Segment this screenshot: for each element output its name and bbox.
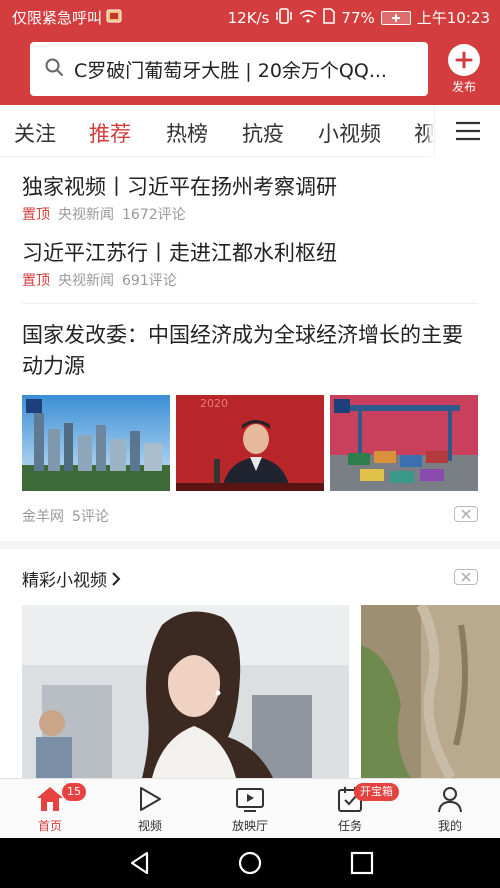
nav-video[interactable]: 视频: [100, 779, 200, 839]
nav-tasks[interactable]: 任务 开宝箱: [300, 779, 400, 839]
dismiss-news-button[interactable]: [454, 506, 478, 522]
net-speed: 12K/s: [227, 8, 270, 27]
thumbnail-press-conference[interactable]: 2020: [176, 395, 324, 491]
top-header: 仅限紧急呼叫 12K/s 77% 上午10:23 C罗破门葡萄牙大胜 | 20余…: [0, 0, 500, 105]
home-circle-icon[interactable]: [237, 850, 263, 876]
thumbnail-city-skyline[interactable]: [22, 395, 170, 491]
tab-recommend[interactable]: 推荐: [89, 118, 131, 148]
channel-menu-button[interactable]: [434, 105, 500, 157]
sim-icon: [323, 7, 336, 28]
search-bar[interactable]: C罗破门葡萄牙大胜 | 20余万个QQ...: [30, 42, 428, 96]
news-source: 央视新闻: [58, 273, 114, 289]
news-meta-3: 金羊网 5评论: [22, 506, 109, 526]
nav-theater-label: 放映厅: [231, 819, 268, 833]
thumbnail-container-port[interactable]: [330, 395, 478, 491]
short-video-section-header[interactable]: 精彩小视频: [22, 566, 121, 591]
system-navigation-bar: [0, 838, 500, 888]
news-meta-1: 置顶 央视新闻 1672评论: [22, 204, 186, 224]
short-video-card-2[interactable]: [361, 605, 500, 778]
play-icon: [140, 787, 161, 811]
publish-label: 发布: [451, 80, 476, 94]
battery-percent: 77%: [341, 8, 375, 27]
news-source: 金羊网: [22, 509, 64, 525]
tab-anti-epidemic[interactable]: 抗疫: [242, 118, 284, 148]
pinned-label: 置顶: [22, 207, 50, 223]
plus-icon: [448, 44, 480, 76]
home-icon: [37, 787, 63, 811]
nav-home-label: 首页: [37, 819, 62, 833]
recents-icon[interactable]: [349, 850, 375, 876]
status-bar: 仅限紧急呼叫 12K/s 77% 上午10:23: [0, 0, 500, 34]
back-icon[interactable]: [127, 850, 153, 876]
tv-icon: [236, 788, 264, 812]
divider: [22, 303, 478, 304]
comment-count: 1672评论: [122, 207, 186, 223]
dismiss-section-button[interactable]: [454, 569, 478, 585]
wifi-icon: [299, 9, 317, 27]
svg-text:2020: 2020: [200, 397, 228, 410]
tabs-fade: [424, 105, 434, 157]
treasure-box-badge: 开宝箱: [354, 783, 399, 801]
nav-me-label: 我的: [437, 819, 462, 833]
hamburger-icon: [455, 121, 480, 141]
search-query-text: C罗破门葡萄牙大胜 | 20余万个QQ...: [74, 59, 387, 82]
section-title: 精彩小视频: [22, 571, 107, 591]
news-meta-2: 置顶 央视新闻 691评论: [22, 270, 177, 290]
nav-tasks-label: 任务: [337, 819, 362, 833]
pinned-label: 置顶: [22, 273, 50, 289]
close-icon: [461, 509, 471, 519]
comment-count: 691评论: [122, 273, 177, 289]
status-carrier-text: 仅限紧急呼叫: [12, 9, 103, 27]
user-icon: [438, 787, 462, 813]
short-video-card-1[interactable]: [22, 605, 349, 778]
news-title-1[interactable]: 独家视频丨习近平在扬州考察调研: [22, 171, 337, 201]
nav-video-label: 视频: [137, 819, 162, 833]
news-title-2[interactable]: 习近平江苏行丨走进江都水利枢纽: [22, 237, 337, 267]
chevron-right-icon: [112, 571, 121, 586]
clock: 上午10:23: [416, 9, 490, 27]
search-icon: [44, 57, 64, 81]
tab-follow[interactable]: 关注: [14, 118, 56, 148]
news-title-3[interactable]: 国家发改委：中国经济成为全球经济增长的主要动力源: [22, 320, 482, 382]
home-count-badge: 15: [62, 783, 86, 801]
battery-icon: [380, 10, 411, 25]
bottom-nav: 首页 15 视频 放映厅 任务 开宝箱 我的: [0, 778, 500, 838]
tab-hot[interactable]: 热榜: [166, 118, 208, 148]
publish-button[interactable]: 发布: [444, 44, 484, 95]
tab-short-video[interactable]: 小视频: [318, 118, 381, 148]
nav-me[interactable]: 我的: [400, 779, 500, 839]
news-source: 央视新闻: [58, 207, 114, 223]
nav-home[interactable]: 首页 15: [0, 779, 100, 839]
comment-count: 5评论: [72, 509, 109, 525]
app-notification-icon: [106, 9, 122, 27]
channel-tabs: 关注 推荐 热榜 抗疫 小视频 视: [0, 105, 500, 157]
nav-theater[interactable]: 放映厅: [200, 779, 300, 839]
close-icon: [461, 572, 471, 582]
vibrate-icon: [275, 7, 293, 28]
section-separator: [0, 541, 500, 549]
